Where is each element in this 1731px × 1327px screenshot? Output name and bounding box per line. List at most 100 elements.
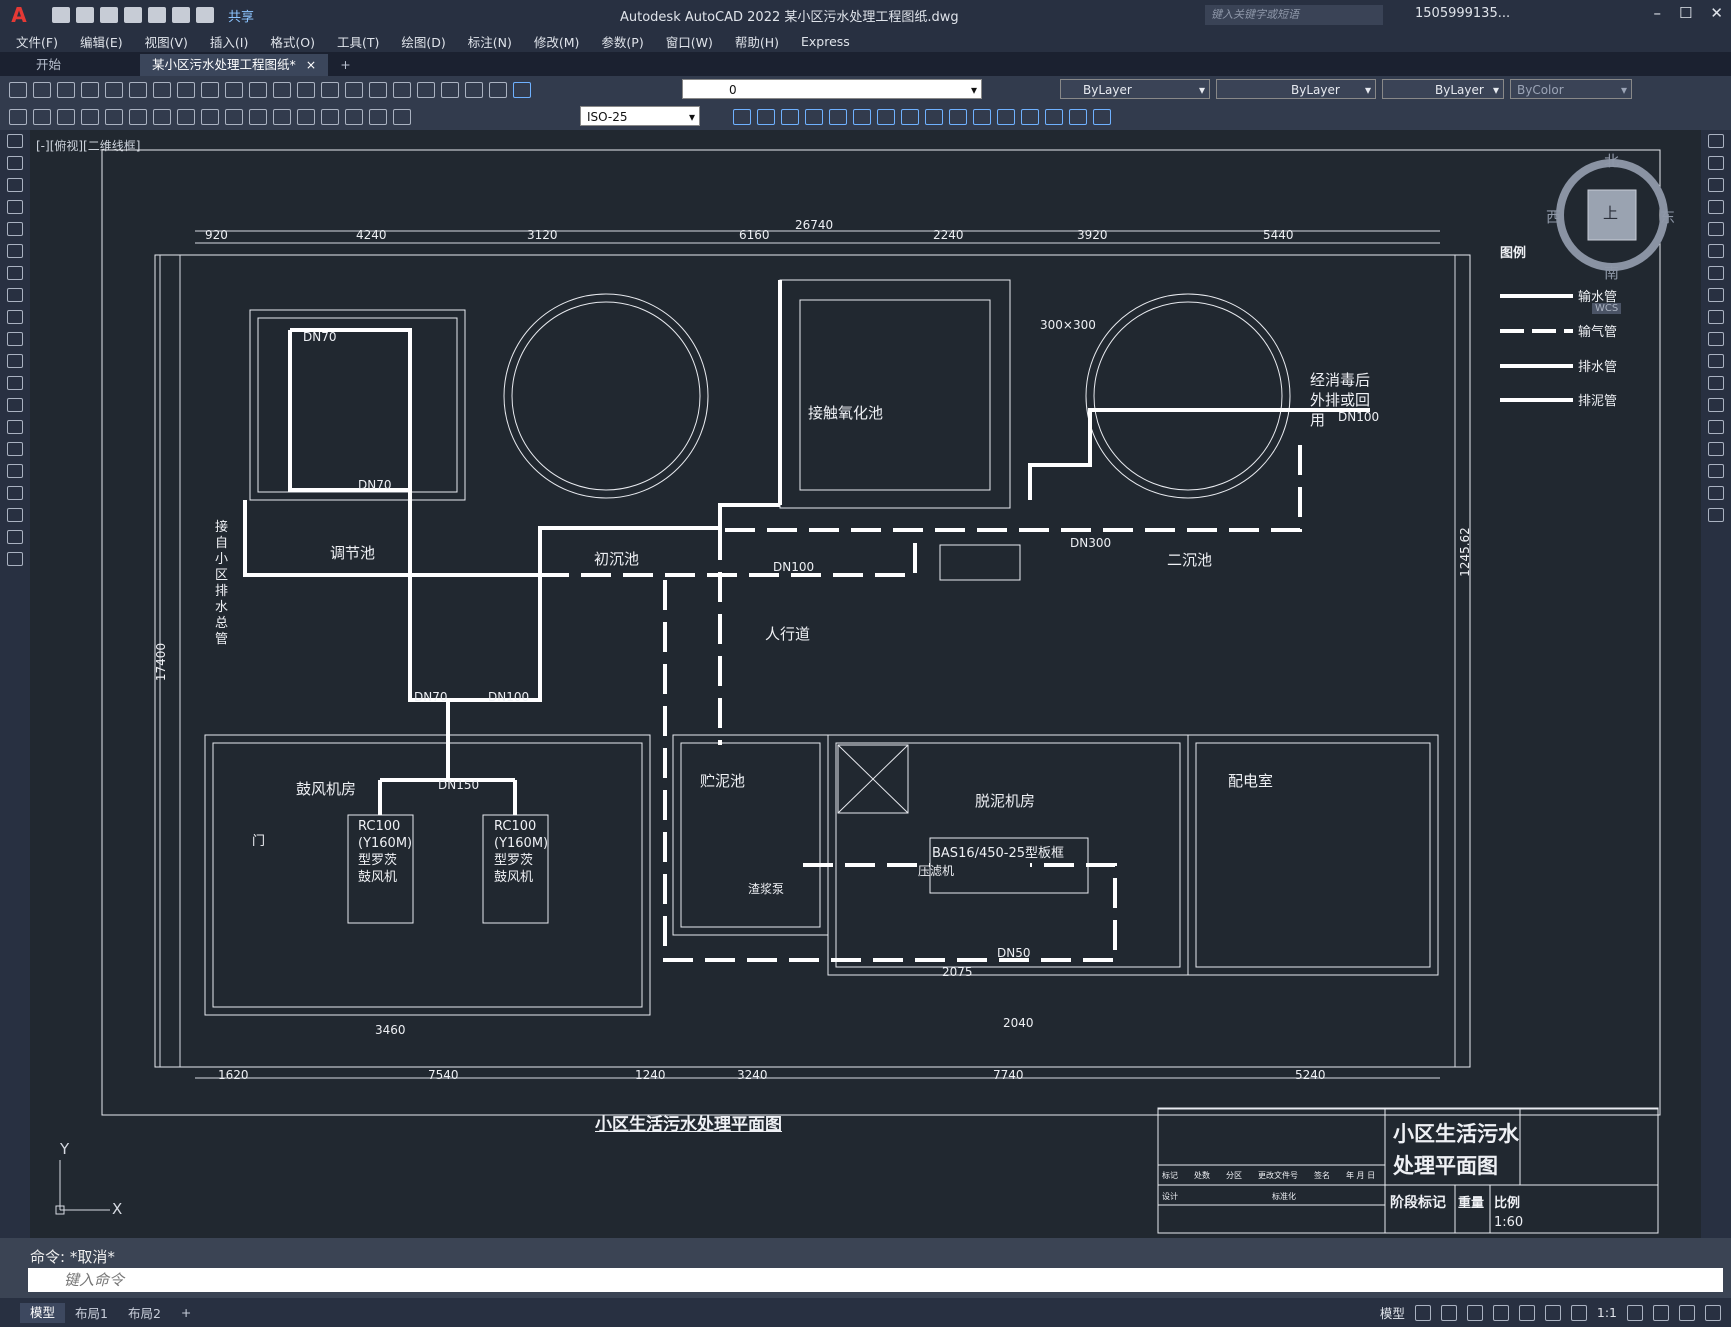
- drawing-canvas[interactable]: [30, 130, 1701, 1238]
- lineweight-icon[interactable]: [1544, 1304, 1561, 1321]
- maximize-icon[interactable]: ☐: [1679, 4, 1692, 22]
- insert-block-icon[interactable]: [7, 376, 23, 390]
- rotate-icon[interactable]: [877, 108, 895, 125]
- dim-text-edit-icon[interactable]: [369, 108, 387, 125]
- redo-icon[interactable]: [273, 81, 291, 98]
- inspect-icon[interactable]: [297, 108, 315, 125]
- tab-drawing[interactable]: 某小区污水处理工程图纸* ×: [140, 54, 329, 76]
- help-icon[interactable]: [489, 81, 507, 98]
- polar-icon[interactable]: [1492, 1304, 1509, 1321]
- undo-icon[interactable]: [249, 81, 267, 98]
- minimize-icon[interactable]: –: [1653, 4, 1661, 22]
- circle-icon[interactable]: [7, 266, 23, 280]
- dim-diameter-icon[interactable]: [129, 108, 147, 125]
- snap-icon[interactable]: [1440, 1304, 1457, 1321]
- menu-view[interactable]: 视图(V): [145, 32, 188, 51]
- break-icon[interactable]: [1708, 398, 1724, 412]
- saveas-icon[interactable]: [124, 7, 142, 23]
- color-dropdown[interactable]: ByLayer ▾: [1060, 79, 1210, 99]
- dim-ordinate-icon[interactable]: [81, 108, 99, 125]
- layer-manager-icon[interactable]: [513, 81, 531, 98]
- tab-layout2[interactable]: 布局2: [118, 1303, 171, 1322]
- ellipse-arc-icon[interactable]: [7, 354, 23, 368]
- new-icon[interactable]: [52, 7, 70, 23]
- share-button[interactable]: 共享: [228, 6, 254, 25]
- jogged-icon[interactable]: [321, 108, 339, 125]
- dim-angular-icon[interactable]: [153, 108, 171, 125]
- dim-continue-icon[interactable]: [225, 108, 243, 125]
- fillet-icon[interactable]: [1069, 108, 1087, 125]
- join-icon[interactable]: [1021, 108, 1039, 125]
- scale-icon[interactable]: [901, 108, 919, 125]
- fullscreen-icon[interactable]: [1679, 1304, 1695, 1321]
- add-selected-icon[interactable]: [7, 552, 23, 566]
- plus-icon[interactable]: [1653, 1304, 1669, 1321]
- autocad-logo-icon[interactable]: A: [6, 2, 32, 28]
- explode-icon[interactable]: [1708, 508, 1724, 522]
- offset-icon[interactable]: [805, 108, 823, 125]
- mirror-icon[interactable]: [781, 108, 799, 125]
- menu-modify[interactable]: 修改(M): [534, 32, 580, 51]
- model-space-toggle[interactable]: 模型: [1380, 1303, 1405, 1322]
- line-icon[interactable]: [7, 134, 23, 148]
- extend-icon[interactable]: [973, 108, 991, 125]
- annotation-scale[interactable]: 1:1: [1597, 1305, 1617, 1320]
- redo-icon[interactable]: [196, 7, 214, 23]
- revcloud-icon[interactable]: [7, 288, 23, 302]
- menu-parametric[interactable]: 参数(P): [601, 32, 643, 51]
- offset-icon[interactable]: [1708, 200, 1724, 214]
- menu-format[interactable]: 格式(O): [270, 32, 315, 51]
- menu-tools[interactable]: 工具(T): [337, 32, 379, 51]
- scale-icon[interactable]: [1708, 288, 1724, 302]
- pan-icon[interactable]: [297, 81, 315, 98]
- make-block-icon[interactable]: [7, 398, 23, 412]
- menu-express[interactable]: Express: [801, 34, 850, 49]
- lineweight-dropdown[interactable]: ByLayer ▾: [1382, 79, 1504, 99]
- polygon-icon[interactable]: [7, 200, 23, 214]
- search-input[interactable]: 键入关键字或短语: [1205, 5, 1383, 25]
- close-icon[interactable]: ✕: [1710, 4, 1723, 22]
- center-mark-icon[interactable]: [273, 108, 291, 125]
- ortho-icon[interactable]: [1466, 1304, 1483, 1321]
- dim-edit-icon[interactable]: [345, 108, 363, 125]
- save-icon[interactable]: [100, 7, 118, 23]
- spline-icon[interactable]: [7, 310, 23, 324]
- stretch-icon[interactable]: [925, 108, 943, 125]
- move-icon[interactable]: [1708, 244, 1724, 258]
- save-icon[interactable]: [57, 81, 75, 98]
- point-icon[interactable]: [7, 420, 23, 434]
- menu-help[interactable]: 帮助(H): [735, 32, 779, 51]
- menu-window[interactable]: 窗口(W): [666, 32, 713, 51]
- viewport-controls[interactable]: [-][俯视][二维线框]: [36, 137, 140, 154]
- command-input[interactable]: 键入命令: [28, 1268, 1723, 1292]
- menu-file[interactable]: 文件(F): [16, 32, 58, 51]
- move-icon[interactable]: [853, 108, 871, 125]
- publish-icon[interactable]: [129, 81, 147, 98]
- copy-object-icon[interactable]: [757, 108, 775, 125]
- mtext-icon[interactable]: [7, 530, 23, 544]
- sheetset-icon[interactable]: [441, 81, 459, 98]
- annotation-icon[interactable]: [1570, 1304, 1587, 1321]
- layer-dropdown[interactable]: 0 ▾: [682, 79, 982, 99]
- osnap-icon[interactable]: [1518, 1304, 1535, 1321]
- chamfer-icon[interactable]: [1045, 108, 1063, 125]
- arc-icon[interactable]: [7, 244, 23, 258]
- dim-baseline-icon[interactable]: [201, 108, 219, 125]
- menu-dimension[interactable]: 标注(N): [468, 32, 512, 51]
- matchprop-icon[interactable]: [225, 81, 243, 98]
- break-point-icon[interactable]: [1708, 376, 1724, 390]
- tab-model[interactable]: 模型: [20, 1302, 66, 1323]
- properties-icon[interactable]: [369, 81, 387, 98]
- menu-draw[interactable]: 绘图(D): [401, 32, 445, 51]
- join-icon[interactable]: [1708, 420, 1724, 434]
- dim-update-icon[interactable]: [393, 108, 411, 125]
- open-icon[interactable]: [33, 81, 51, 98]
- add-layout-button[interactable]: +: [171, 1305, 201, 1320]
- polyline-icon[interactable]: [7, 178, 23, 192]
- calculator-icon[interactable]: [465, 81, 483, 98]
- new-tab-button[interactable]: +: [328, 54, 362, 76]
- explode-icon[interactable]: [1093, 108, 1111, 125]
- zoom-icon[interactable]: [321, 81, 339, 98]
- rectangle-icon[interactable]: [7, 222, 23, 236]
- tolerance-icon[interactable]: [249, 108, 267, 125]
